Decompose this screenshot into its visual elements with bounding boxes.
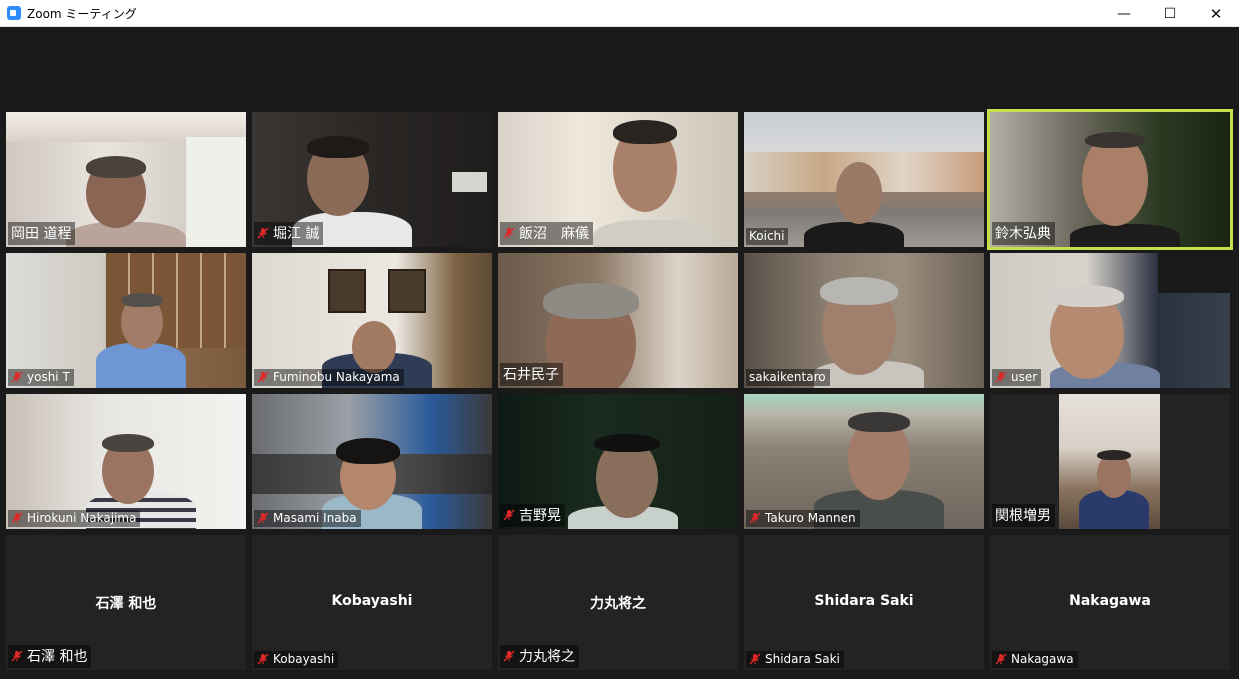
mic-muted-icon — [995, 653, 1007, 665]
video-feed — [1059, 394, 1160, 529]
participant-name: 岡田 道程 — [11, 226, 72, 242]
mic-muted-icon — [11, 371, 23, 383]
participant-label: 堀江 誠 — [254, 222, 324, 245]
participant-name: sakaikentaro — [749, 370, 826, 384]
participant-label: Shidara Saki — [746, 651, 844, 668]
participant-label: yoshi T — [8, 369, 74, 386]
participant-label: 飯沼 麻儀 — [500, 222, 593, 245]
participant-label: Hirokuni Nakajima — [8, 510, 141, 527]
video-tile[interactable]: yoshi T — [6, 253, 246, 388]
video-feed — [744, 253, 984, 388]
participant-name: Fuminobu Nakayama — [273, 370, 400, 384]
participant-name: Shidara Saki — [765, 652, 840, 666]
video-tile-active-speaker[interactable]: 鈴木弘典 — [990, 112, 1230, 247]
video-feed — [6, 394, 246, 529]
participant-name: Nakagawa — [1011, 652, 1074, 666]
participant-label: sakaikentaro — [746, 369, 830, 386]
mic-muted-icon — [257, 371, 269, 383]
participant-name: 堀江 誠 — [273, 226, 320, 242]
participant-label: 岡田 道程 — [8, 222, 76, 245]
video-off-tile[interactable]: Shidara Saki Shidara Saki — [744, 535, 984, 670]
zoom-icon — [7, 6, 21, 20]
participant-name: Hirokuni Nakajima — [27, 511, 137, 525]
participant-name: user — [1011, 370, 1038, 384]
participant-label: 石井民子 — [500, 363, 563, 386]
participant-label: 石澤 和也 — [8, 645, 92, 668]
video-tile[interactable]: user — [990, 253, 1230, 388]
mic-muted-icon — [749, 653, 761, 665]
participant-name: 石井民子 — [503, 367, 559, 383]
video-off-tile[interactable]: Nakagawa Nakagawa — [990, 535, 1230, 670]
window-title: Zoom ミーティング — [27, 6, 137, 21]
maximize-button[interactable]: ☐ — [1147, 0, 1193, 27]
participant-name: Masami Inaba — [273, 511, 357, 525]
video-tile[interactable]: 飯沼 麻儀 — [498, 112, 738, 247]
video-tile[interactable]: Masami Inaba — [252, 394, 492, 529]
participant-label: Nakagawa — [992, 651, 1078, 668]
mic-muted-icon — [257, 653, 269, 665]
mic-muted-icon — [11, 650, 23, 662]
participant-label: 力丸将之 — [500, 645, 579, 668]
video-off-tile[interactable]: 力丸将之 力丸将之 — [498, 535, 738, 670]
video-tile[interactable]: sakaikentaro — [744, 253, 984, 388]
video-feed — [252, 253, 492, 388]
window-controls: — ☐ ✕ — [1101, 0, 1239, 27]
video-off-tile[interactable]: 石澤 和也 石澤 和也 — [6, 535, 246, 670]
video-feed — [744, 394, 984, 529]
video-feed — [744, 112, 984, 247]
video-tile[interactable]: 石井民子 — [498, 253, 738, 388]
participant-name: 鈴木弘典 — [995, 226, 1051, 242]
video-tile[interactable]: Fuminobu Nakayama — [252, 253, 492, 388]
mic-muted-icon — [11, 512, 23, 524]
mic-muted-icon — [257, 227, 269, 239]
mic-muted-icon — [257, 512, 269, 524]
video-tile[interactable]: 堀江 誠 — [252, 112, 492, 247]
participant-name: Koichi — [749, 229, 785, 243]
participant-label: 関根増男 — [992, 504, 1055, 527]
participant-display-name: 力丸将之 — [590, 596, 646, 612]
video-feed — [252, 394, 492, 529]
participant-display-name: 石澤 和也 — [95, 596, 157, 612]
video-tile[interactable]: Takuro Mannen — [744, 394, 984, 529]
mic-muted-icon — [995, 371, 1007, 383]
mic-muted-icon — [749, 512, 761, 524]
video-tile[interactable]: 吉野晃 — [498, 394, 738, 529]
video-tile[interactable]: Koichi — [744, 112, 984, 247]
meeting-stage: 岡田 道程 堀江 誠 飯沼 麻儀 Koichi 鈴木弘典 yoshi T Fum… — [0, 27, 1239, 679]
participant-label: Koichi — [746, 228, 789, 245]
participant-label: 吉野晃 — [500, 504, 565, 527]
participant-name: 力丸将之 — [519, 649, 575, 665]
participant-name: Takuro Mannen — [765, 511, 856, 525]
participant-label: Masami Inaba — [254, 510, 361, 527]
participant-label: Fuminobu Nakayama — [254, 369, 404, 386]
video-off-tile[interactable]: Kobayashi Kobayashi — [252, 535, 492, 670]
participant-display-name: Nakagawa — [1069, 593, 1151, 609]
participant-name: 吉野晃 — [519, 508, 561, 524]
video-tile[interactable]: 岡田 道程 — [6, 112, 246, 247]
participant-display-name: Kobayashi — [331, 593, 413, 609]
participant-label: 鈴木弘典 — [992, 222, 1055, 245]
mic-muted-icon — [503, 509, 515, 521]
participant-label: Takuro Mannen — [746, 510, 860, 527]
participant-label: Kobayashi — [254, 651, 339, 668]
video-tile[interactable]: 関根増男 — [990, 394, 1230, 529]
minimize-button[interactable]: — — [1101, 0, 1147, 27]
window-titlebar: Zoom ミーティング — ☐ ✕ — [0, 0, 1239, 27]
participant-label: user — [992, 369, 1042, 386]
mic-muted-icon — [503, 227, 515, 239]
mic-muted-icon — [503, 650, 515, 662]
video-tile[interactable]: Hirokuni Nakajima — [6, 394, 246, 529]
participant-name: 関根増男 — [995, 508, 1051, 524]
participant-display-name: Shidara Saki — [814, 593, 914, 609]
video-feed — [6, 253, 246, 388]
participant-name: Kobayashi — [273, 652, 335, 666]
video-feed — [990, 253, 1230, 388]
close-button[interactable]: ✕ — [1193, 0, 1239, 27]
participant-name: yoshi T — [27, 370, 70, 384]
participant-name: 石澤 和也 — [27, 649, 88, 665]
participant-name: 飯沼 麻儀 — [519, 226, 589, 242]
